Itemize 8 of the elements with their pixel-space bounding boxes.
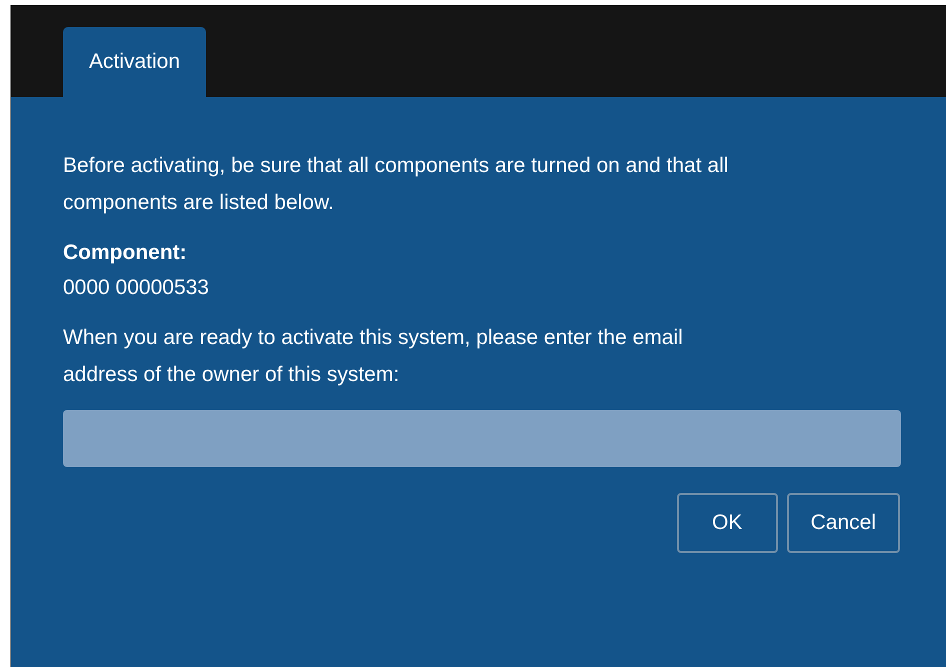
instruction-text: When you are ready to activate this system, please enter the email address of the owner of this system: bbox=[63, 325, 684, 388]
component-id: 0000 00000533 bbox=[63, 275, 210, 301]
tab[interactable]: Activation bbox=[63, 27, 206, 97]
cancel-button[interactable]: Cancel bbox=[786, 493, 900, 553]
ok-button[interactable]: OK bbox=[676, 493, 778, 553]
email-field[interactable] bbox=[63, 410, 901, 467]
component-label: Component: bbox=[63, 240, 188, 266]
instruction-text: Before activating, be sure that all components are turned on and that all components are listed below. bbox=[63, 153, 730, 216]
